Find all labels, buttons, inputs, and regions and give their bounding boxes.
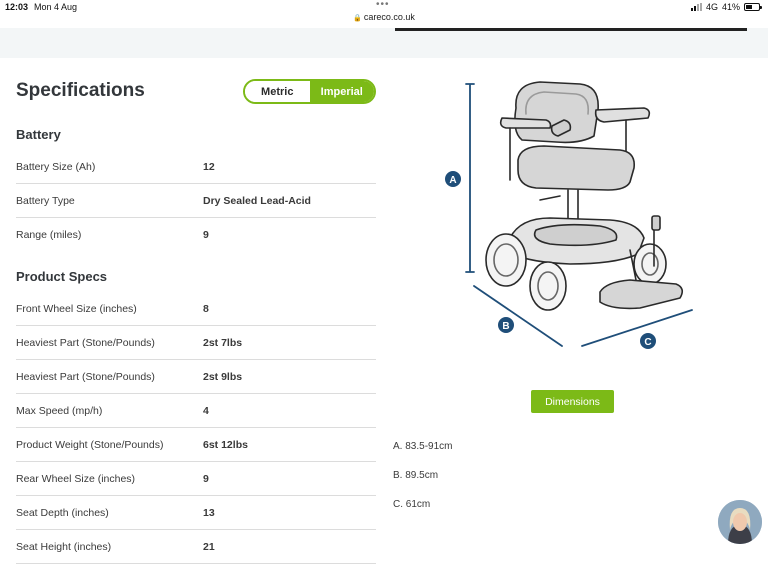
spec-row: Battery Size (Ah) 12 — [16, 150, 376, 184]
battery-level — [746, 5, 752, 9]
status-time: 12:03 — [5, 2, 29, 12]
marker-c-label: C — [644, 337, 651, 348]
chat-avatar[interactable] — [718, 500, 762, 544]
dimension-a-text: A. 83.5-91cm — [393, 441, 453, 452]
marker-b-label: B — [502, 321, 509, 332]
spec-value: 12 — [203, 161, 215, 173]
url-text: careco.co.uk — [363, 12, 415, 22]
lock-icon: 🔒 — [353, 15, 362, 22]
avatar-portrait-icon — [718, 500, 762, 544]
spec-value: 6st 12lbs — [203, 439, 248, 451]
marker-b: B — [498, 317, 514, 333]
spec-row: Max Speed (mp/h) 4 — [16, 394, 376, 428]
status-right: 4G 41% — [690, 2, 762, 12]
spec-row: Battery Type Dry Sealed Lead-Acid — [16, 184, 376, 218]
specs-title: Specifications — [16, 80, 145, 101]
units-toggle: Metric Imperial — [243, 79, 376, 104]
battery-percent: 41% — [721, 2, 740, 12]
dimension-b-text: B. 89.5cm — [393, 470, 439, 481]
network-label: 4G — [705, 2, 718, 12]
spec-label: Seat Height (inches) — [16, 541, 112, 553]
product-specs-heading: Product Specs — [16, 269, 108, 284]
footrest — [599, 279, 684, 310]
wheelchair-dimensions-diagram: A B C — [445, 81, 693, 349]
spec-label: Rear Wheel Size (inches) — [16, 473, 136, 485]
spec-label: Max Speed (mp/h) — [16, 405, 103, 417]
marker-a: A — [445, 171, 461, 187]
dimensions-button[interactable]: Dimensions — [531, 390, 614, 413]
spec-value: 2st 7lbs — [203, 337, 243, 349]
spec-row: Product Weight (Stone/Pounds) 6st 12lbs — [16, 428, 376, 462]
spec-row: Heaviest Part (Stone/Pounds) 2st 7lbs — [16, 326, 376, 360]
status-date: Mon 4 Aug — [34, 2, 78, 12]
spec-row: Rear Wheel Size (inches) 9 — [16, 462, 376, 496]
hero-image-edge — [395, 28, 747, 31]
imperial-toggle-button[interactable]: Imperial — [309, 81, 374, 102]
spec-value: 4 — [203, 405, 209, 417]
spec-label: Range (miles) — [16, 229, 82, 241]
spec-row: Range (miles) 9 — [16, 218, 376, 252]
spec-label: Product Weight (Stone/Pounds) — [16, 439, 164, 451]
multitasking-dots-icon[interactable]: ••• — [376, 0, 390, 10]
dimension-c-text: C. 61cm — [393, 499, 431, 510]
spec-row: Seat Depth (inches) 13 — [16, 496, 376, 530]
spec-value: 9 — [203, 473, 209, 485]
battery-icon — [744, 3, 762, 11]
spec-row: Seat Height (inches) 21 — [16, 530, 376, 564]
marker-c: C — [640, 333, 656, 349]
spec-row: Front Wheel Size (inches) 8 — [16, 292, 376, 326]
spec-value: 13 — [203, 507, 215, 519]
spec-label: Heaviest Part (Stone/Pounds) — [16, 371, 155, 383]
spec-row: Heaviest Part (Stone/Pounds) 2st 9lbs — [16, 360, 376, 394]
spec-label: Front Wheel Size (inches) — [16, 303, 137, 315]
spec-value: Dry Sealed Lead-Acid — [203, 195, 311, 207]
metric-toggle-button[interactable]: Metric — [245, 81, 310, 102]
address-bar[interactable]: 🔒 careco.co.uk — [0, 12, 768, 28]
signal-icon — [690, 3, 702, 11]
spec-label: Seat Depth (inches) — [16, 507, 109, 519]
battery-heading: Battery — [16, 127, 61, 142]
spec-value: 9 — [203, 229, 209, 241]
spec-value: 21 — [203, 541, 215, 553]
spec-label: Battery Type — [16, 195, 75, 207]
spec-label: Heaviest Part (Stone/Pounds) — [16, 337, 155, 349]
seat-cushion — [517, 145, 636, 191]
top-band — [0, 28, 768, 58]
spec-value: 2st 9lbs — [203, 371, 243, 383]
spec-label: Battery Size (Ah) — [16, 161, 96, 173]
marker-a-label: A — [449, 175, 456, 186]
spec-value: 8 — [203, 303, 209, 315]
